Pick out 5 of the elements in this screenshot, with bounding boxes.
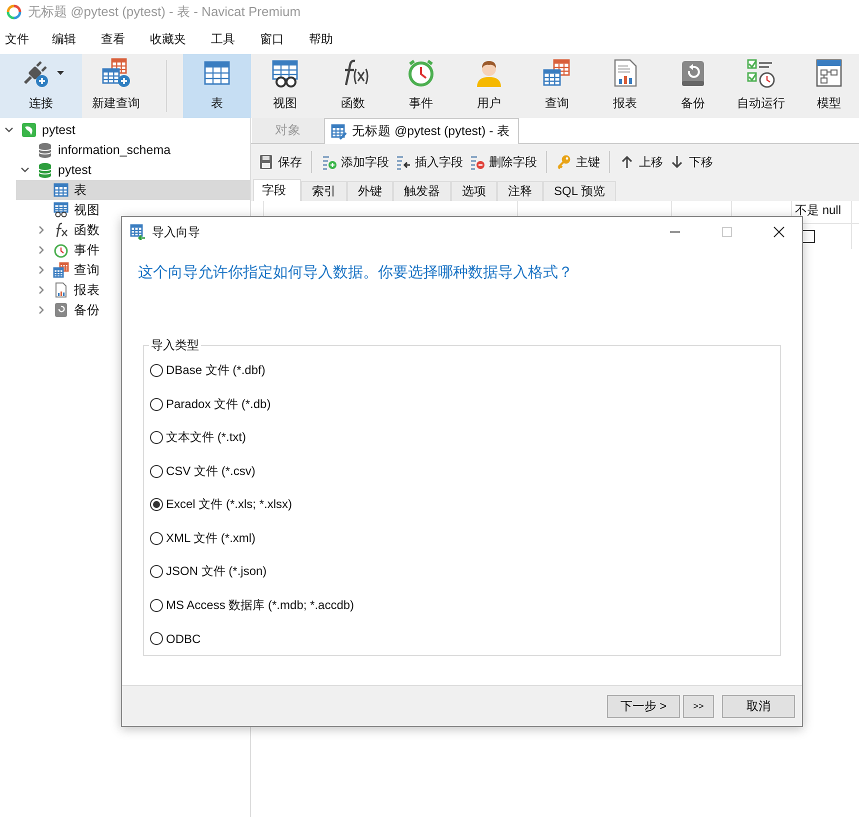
dialog-heading: 这个向导允许你指定如何导入数据。你要选择哪种数据导入格式？ xyxy=(138,263,574,283)
column-header: 不是 null xyxy=(795,202,842,219)
window-title: 无标题 @pytest (pytest) - 表 - Navicat Premium xyxy=(28,3,301,21)
group-label: 导入类型 xyxy=(150,337,200,354)
dialog-title: 导入向导 xyxy=(152,224,200,240)
